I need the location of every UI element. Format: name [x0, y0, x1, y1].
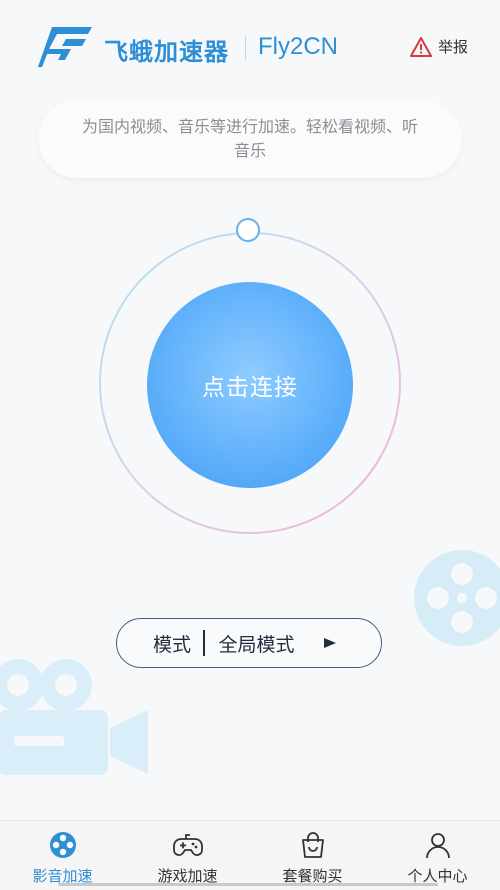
- mode-label: 模式: [153, 633, 192, 656]
- ring-progress-knob: [236, 218, 260, 242]
- tagline-text: 为国内视频、音乐等进行加速。轻松看视频、听音乐: [81, 117, 418, 160]
- connect-button[interactable]: 点击连接: [147, 282, 353, 488]
- tab-indicator: [308, 883, 438, 886]
- video-camera-decoration-icon: [0, 659, 148, 775]
- app-name: 飞蛾加速器: [104, 38, 229, 66]
- tagline-box: 为国内视频、音乐等进行加速。轻松看视频、听音乐: [38, 100, 462, 178]
- play-arrow-icon: [323, 638, 336, 648]
- tab-package-purchase[interactable]: 套餐购买: [250, 821, 375, 890]
- fly-logo-icon: [38, 27, 92, 67]
- tab-personal-center[interactable]: 个人中心: [375, 821, 500, 890]
- report-button[interactable]: 举报: [410, 36, 468, 57]
- gamepad-icon: [172, 834, 203, 856]
- mode-value: 全局模式: [218, 633, 295, 656]
- tab-video-accel[interactable]: 影音加速: [0, 821, 125, 890]
- app-subtitle: Fly2CN: [258, 33, 339, 60]
- tab-indicator: [183, 883, 313, 886]
- user-icon: [425, 833, 450, 859]
- warning-triangle-icon: [410, 36, 432, 57]
- report-label: 举报: [438, 38, 469, 56]
- tab-indicator: [58, 883, 188, 886]
- connect-label: 点击连接: [202, 375, 298, 401]
- mode-selector[interactable]: 模式 全局模式: [116, 618, 382, 668]
- mode-divider: [203, 630, 205, 656]
- title-divider: [245, 36, 246, 60]
- shopping-bag-icon: [301, 832, 324, 858]
- film-reel-icon: [49, 832, 76, 858]
- tab-game-accel[interactable]: 游戏加速: [125, 821, 250, 890]
- app-header: 飞蛾加速器 Fly2CN 举报: [0, 0, 500, 95]
- film-reel-decoration-icon: [414, 550, 500, 646]
- bottom-tab-bar: 影音加速 游戏加速 套餐购买 个人中心: [0, 820, 500, 890]
